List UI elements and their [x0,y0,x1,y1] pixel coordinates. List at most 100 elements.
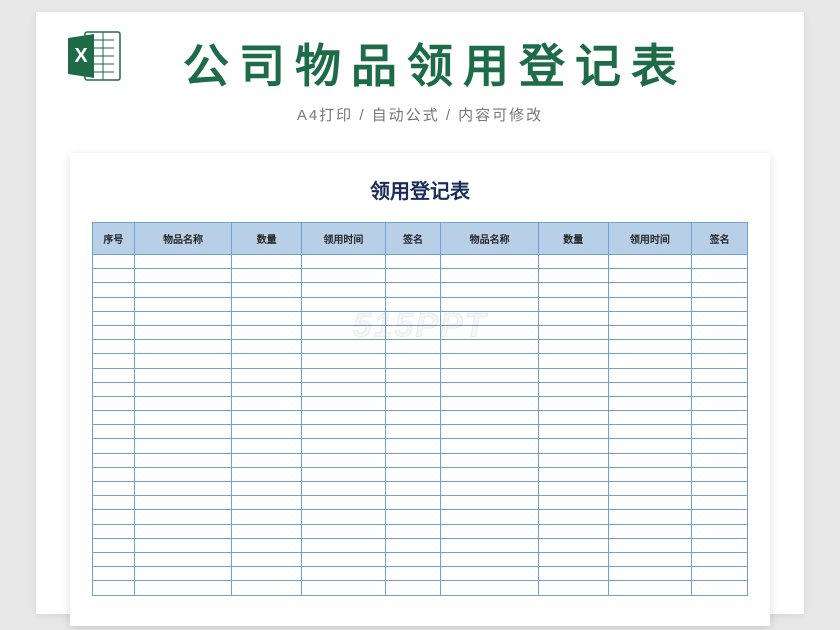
sheet-title: 领用登记表 [92,175,748,204]
table-cell [608,510,692,524]
table-cell [93,396,135,410]
table-cell [134,411,232,425]
table-cell [302,411,386,425]
table-cell [608,311,692,325]
table-cell [302,552,386,566]
table-row [93,467,748,481]
table-cell [302,482,386,496]
table-cell [538,567,608,581]
table-cell [134,354,232,368]
table-cell [538,411,608,425]
page-subtitle: A4打印 / 自动公式 / 内容可修改 [76,104,764,125]
table-cell [302,396,386,410]
table-cell [608,411,692,425]
table-cell [385,425,441,439]
table-cell [692,396,748,410]
table-row [93,496,748,510]
table-cell [232,467,302,481]
table-cell [134,581,232,595]
table-cell [302,581,386,595]
table-cell [302,283,386,297]
table-row [93,368,748,382]
table-cell [441,396,539,410]
col-time: 领用时间 [302,223,386,255]
table-cell [232,325,302,339]
table-row [93,354,748,368]
table-cell [134,467,232,481]
table-cell [302,453,386,467]
col-sign: 签名 [385,223,441,255]
table-cell [608,354,692,368]
table-cell [302,496,386,510]
table-cell [441,425,539,439]
table-cell [608,255,692,269]
table-cell [232,581,302,595]
table-cell [93,269,135,283]
table-row [93,524,748,538]
table-row [93,453,748,467]
table-row [93,425,748,439]
table-cell [302,368,386,382]
table-cell [302,354,386,368]
table-cell [232,340,302,354]
table-cell [302,382,386,396]
table-cell [538,283,608,297]
table-cell [608,269,692,283]
table-cell [232,453,302,467]
table-cell [608,340,692,354]
table-cell [441,581,539,595]
table-cell [134,340,232,354]
table-cell [538,325,608,339]
table-cell [134,538,232,552]
table-cell [441,255,539,269]
table-row [93,297,748,311]
table-cell [302,524,386,538]
table-cell [385,482,441,496]
table-cell [692,411,748,425]
table-cell [302,340,386,354]
table-cell [441,340,539,354]
table-cell [441,283,539,297]
table-cell [93,482,135,496]
table-cell [134,524,232,538]
table-cell [385,496,441,510]
table-cell [441,538,539,552]
table-cell [385,581,441,595]
col-time-2: 领用时间 [608,223,692,255]
table-cell [134,453,232,467]
table-cell [608,467,692,481]
table-cell [538,482,608,496]
table-cell [538,368,608,382]
table-cell [692,311,748,325]
table-cell [441,524,539,538]
table-cell [385,396,441,410]
table-cell [93,354,135,368]
table-cell [93,453,135,467]
table-row [93,581,748,595]
table-cell [93,552,135,566]
table-cell [538,524,608,538]
table-cell [232,411,302,425]
table-cell [608,567,692,581]
table-cell [232,524,302,538]
table-cell [538,396,608,410]
table-cell [538,340,608,354]
table-cell [692,524,748,538]
table-cell [692,425,748,439]
table-cell [232,255,302,269]
table-cell [93,510,135,524]
table-cell [538,496,608,510]
table-cell [385,255,441,269]
table-cell [385,567,441,581]
table-cell [441,411,539,425]
table-cell [692,439,748,453]
table-cell [608,396,692,410]
col-item-name: 物品名称 [134,223,232,255]
svg-text:X: X [74,45,88,67]
table-row [93,411,748,425]
table-cell [385,354,441,368]
table-cell [692,255,748,269]
table-cell [232,425,302,439]
table-cell [441,567,539,581]
table-cell [538,354,608,368]
